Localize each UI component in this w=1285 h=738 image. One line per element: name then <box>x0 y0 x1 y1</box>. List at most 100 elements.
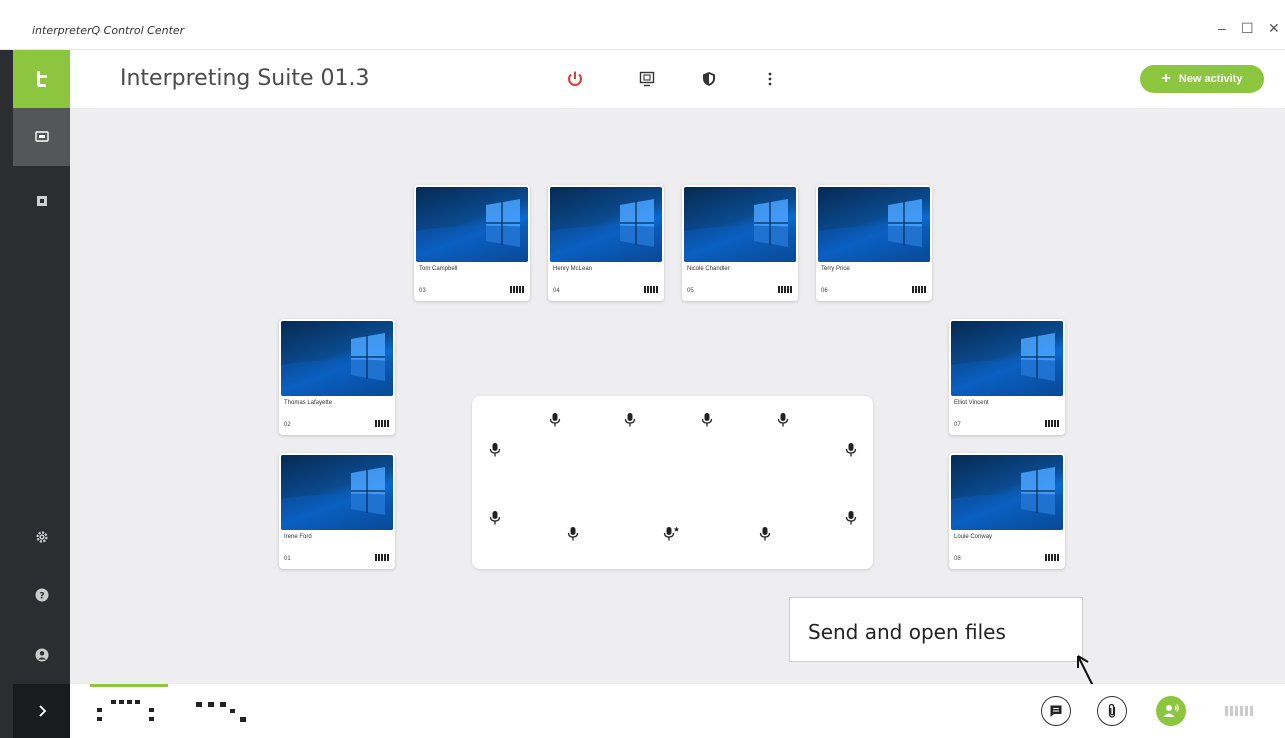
microphone-icon[interactable] <box>623 412 637 428</box>
booth-name: Henry McLean <box>553 266 593 272</box>
monitor-icon <box>34 131 49 142</box>
sidebar: ? <box>0 50 70 738</box>
booth-name: Tom Campbell <box>419 266 458 272</box>
signal-bars-icon <box>912 286 926 293</box>
booth-number: 01 <box>284 556 291 562</box>
booth-screen-preview <box>416 187 528 262</box>
new-activity-button[interactable]: + New activity <box>1140 65 1264 93</box>
tooltip-text: Send and open files <box>808 620 1006 644</box>
signal-bars-icon <box>778 286 792 293</box>
layout-tab-u-shape[interactable] <box>90 684 168 738</box>
microphone-icon[interactable] <box>758 526 772 542</box>
signal-bars-icon <box>644 286 658 293</box>
booth-number: 08 <box>954 556 961 562</box>
signal-bars-icon <box>375 554 389 561</box>
microphone-icon[interactable] <box>844 510 858 526</box>
paperclip-icon <box>1108 703 1116 718</box>
booth-name: Terry Price <box>821 266 850 272</box>
minimize-button[interactable]: – <box>1218 20 1226 36</box>
sidebar-item-account[interactable] <box>13 626 70 684</box>
chevron-right-icon <box>38 705 46 717</box>
booth-number: 02 <box>284 422 291 428</box>
booth-card[interactable]: Elliot Vincent 07 <box>949 319 1065 435</box>
app-logo[interactable] <box>13 50 70 108</box>
booth-number: 06 <box>821 288 828 294</box>
microphone-icon[interactable] <box>700 412 714 428</box>
window-titlebar: interpreterQ Control Center – ☐ ✕ <box>0 0 1285 50</box>
booth-card[interactable]: Nicole Chandler 05 <box>682 185 798 301</box>
booth-screen-preview <box>281 321 393 396</box>
booth-name: Nicole Chandler <box>687 266 730 272</box>
signal-bars-icon <box>375 420 389 427</box>
booth-card[interactable]: Irene Ford 01 <box>279 453 395 569</box>
user-icon <box>35 648 48 662</box>
u-shape-layout-icon <box>97 700 154 721</box>
header: Interpreting Suite 01.3 + New activity <box>70 50 1285 108</box>
new-activity-label: New activity <box>1178 73 1243 85</box>
maximize-button[interactable]: ☐ <box>1241 20 1254 37</box>
help-icon: ? <box>35 588 48 602</box>
booth-screen-preview <box>684 187 796 262</box>
microphone-icon[interactable] <box>548 412 562 428</box>
booth-card[interactable]: Tom Campbell 03 <box>414 185 530 301</box>
microphone-icon[interactable] <box>844 442 858 458</box>
page-title: Interpreting Suite 01.3 <box>120 66 370 91</box>
screen-share-button[interactable] <box>636 68 658 90</box>
expand-sidebar-button[interactable] <box>13 684 70 738</box>
signal-level-icon <box>1225 706 1253 716</box>
screen-share-icon <box>639 71 655 87</box>
booth-card[interactable]: Henry McLean 04 <box>548 185 664 301</box>
chat-icon <box>1050 705 1062 717</box>
plus-icon: + <box>1161 70 1171 87</box>
svg-text:?: ? <box>39 592 44 602</box>
shield-icon <box>703 72 715 86</box>
booth-screen-preview <box>951 321 1063 396</box>
booth-card[interactable]: Louie Conway 08 <box>949 453 1065 569</box>
booth-number: 05 <box>687 288 694 294</box>
power-icon <box>568 71 582 86</box>
close-button[interactable]: ✕ <box>1268 20 1280 37</box>
suite-layout-canvas: Tom Campbell 03 Henry McLean 04 Nicole C… <box>70 108 1285 713</box>
signal-bars-icon <box>1045 554 1059 561</box>
send-files-button[interactable] <box>1097 696 1127 726</box>
square-icon <box>36 196 47 206</box>
sidebar-item-media[interactable] <box>13 172 70 230</box>
booth-screen-preview <box>281 455 393 530</box>
booth-number: 07 <box>954 422 961 428</box>
power-button[interactable] <box>564 68 586 90</box>
app-logo-icon <box>36 71 47 87</box>
conference-table <box>472 396 873 569</box>
security-button[interactable] <box>698 68 720 90</box>
microphone-icon[interactable] <box>776 412 790 428</box>
sidebar-item-dashboard[interactable] <box>13 108 70 166</box>
booth-screen-preview <box>951 455 1063 530</box>
window-title: interpreterQ Control Center <box>32 24 185 37</box>
booth-card[interactable]: Thomas Lafayette 02 <box>279 319 395 435</box>
more-vertical-icon <box>768 72 772 86</box>
rows-layout-icon <box>196 702 246 722</box>
booth-name: Louie Conway <box>954 534 993 540</box>
microphone-icon[interactable] <box>488 442 502 458</box>
sidebar-item-help[interactable]: ? <box>13 566 70 624</box>
microphone-icon[interactable] <box>566 526 580 542</box>
booth-name: Elliot Vincent <box>954 400 989 406</box>
microphone-icon[interactable] <box>488 510 502 526</box>
listener-button[interactable] <box>1156 696 1186 726</box>
sidebar-item-settings[interactable] <box>13 508 70 566</box>
listener-icon <box>1163 704 1179 717</box>
chair-microphone-icon[interactable] <box>662 526 680 542</box>
layout-tab-rows[interactable] <box>180 684 258 738</box>
booth-number: 04 <box>553 288 560 294</box>
booth-card[interactable]: Terry Price 06 <box>816 185 932 301</box>
signal-bars-icon <box>510 286 524 293</box>
booth-screen-preview <box>550 187 662 262</box>
booth-name: Irene Ford <box>284 534 312 540</box>
chat-button[interactable] <box>1041 696 1071 726</box>
booth-number: 03 <box>419 288 426 294</box>
tooltip-callout: Send and open files <box>789 597 1083 662</box>
gear-icon <box>35 531 48 543</box>
more-options-button[interactable] <box>759 68 781 90</box>
booth-screen-preview <box>818 187 930 262</box>
footer-toolbar <box>70 684 1285 738</box>
booth-name: Thomas Lafayette <box>284 400 333 406</box>
